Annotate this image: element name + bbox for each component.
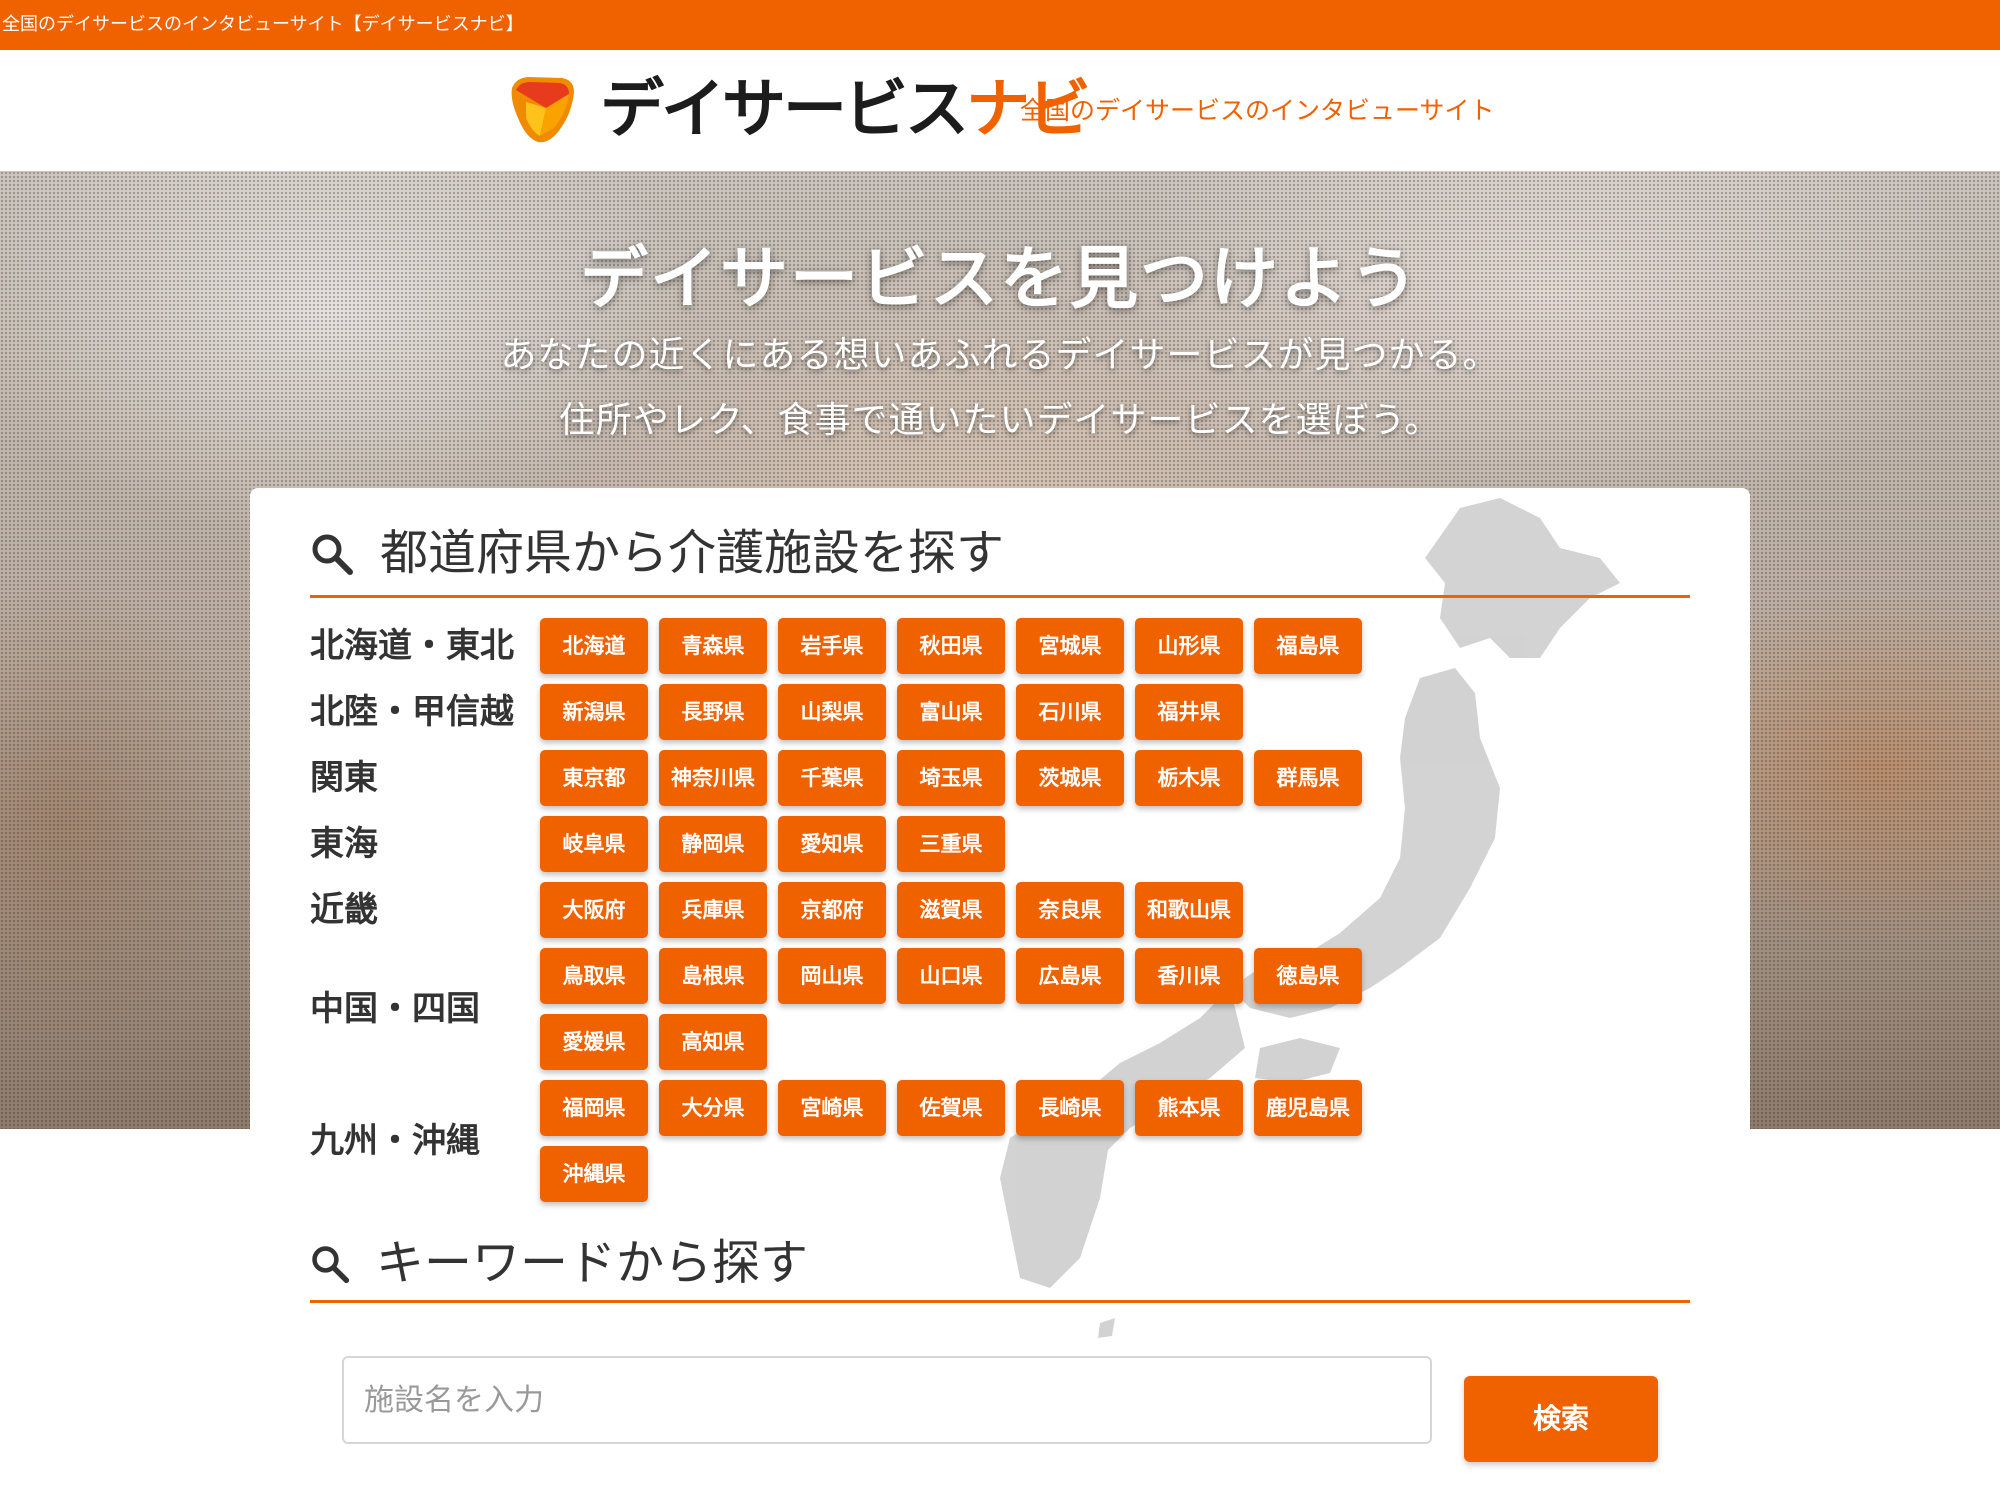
header-tagline: 全国のデイサービスのインタビューサイト [1020, 96, 1495, 125]
prefecture-button[interactable]: 福島県 [1254, 618, 1362, 674]
search-icon [312, 534, 353, 575]
prefecture-button[interactable]: 徳島県 [1254, 948, 1362, 1004]
prefecture-button[interactable]: 宮崎県 [778, 1080, 886, 1136]
prefecture-button[interactable]: 石川県 [1016, 684, 1124, 740]
prefecture-button[interactable]: 秋田県 [897, 618, 1005, 674]
hero-subtitle-line2: 住所やレク、食事で通いたいデイサービスを選ぼう。 [558, 400, 1442, 441]
region-label: 中国・四国 [310, 989, 480, 1029]
prefecture-button[interactable]: 和歌山県 [1135, 882, 1243, 938]
hero-subtitle-line1: あなたの近くにある想いあふれるデイサービスが見つかる。 [500, 335, 1500, 376]
prefecture-button[interactable]: 長野県 [659, 684, 767, 740]
prefecture-button[interactable]: 東京都 [540, 750, 648, 806]
prefecture-button[interactable]: 青森県 [659, 618, 767, 674]
prefecture-button[interactable]: 鹿児島県 [1254, 1080, 1362, 1136]
prefecture-button[interactable]: 長崎県 [1016, 1080, 1124, 1136]
prefecture-button[interactable]: 宮城県 [1016, 618, 1124, 674]
region-label: 北海道・東北 [310, 626, 514, 666]
region-label: 近畿 [310, 890, 378, 930]
prefecture-button[interactable]: 沖縄県 [540, 1146, 648, 1202]
prefecture-button[interactable]: 熊本県 [1135, 1080, 1243, 1136]
prefecture-button[interactable]: 愛媛県 [540, 1014, 648, 1070]
prefecture-button[interactable]: 香川県 [1135, 948, 1243, 1004]
prefecture-button[interactable]: 北海道 [540, 618, 648, 674]
prefecture-button[interactable]: 島根県 [659, 948, 767, 1004]
prefecture-button[interactable]: 埼玉県 [897, 750, 1005, 806]
prefecture-search-title: 都道府県から介護施設を探す [380, 525, 1005, 581]
prefecture-button[interactable]: 奈良県 [1016, 882, 1124, 938]
prefecture-button[interactable]: 京都府 [778, 882, 886, 938]
prefecture-button[interactable]: 群馬県 [1254, 750, 1362, 806]
prefecture-button[interactable]: 大阪府 [540, 882, 648, 938]
prefecture-button[interactable]: 福井県 [1135, 684, 1243, 740]
prefecture-button[interactable]: 兵庫県 [659, 882, 767, 938]
top-banner: 全国のデイサービスのインタビューサイト【デイサービスナビ】 [0, 0, 2000, 50]
logo-icon[interactable] [506, 74, 578, 146]
site-header: デイサービスナビ 全国のデイサービスのインタビューサイト [0, 50, 2000, 171]
prefecture-button[interactable]: 神奈川県 [659, 750, 767, 806]
prefecture-button[interactable]: 山口県 [897, 948, 1005, 1004]
region-label: 東海 [310, 824, 378, 864]
prefecture-button[interactable]: 千葉県 [778, 750, 886, 806]
keyword-search-header: キーワードから探す [310, 1198, 1690, 1303]
logo-wordmark[interactable]: デイサービスナビ [600, 73, 1091, 147]
hero-title: デイサービスを見つけよう [579, 240, 1420, 319]
prefecture-button[interactable]: 鳥取県 [540, 948, 648, 1004]
prefecture-button[interactable]: 滋賀県 [897, 882, 1005, 938]
prefecture-button[interactable]: 高知県 [659, 1014, 767, 1070]
facility-name-search-input[interactable] [342, 1356, 1432, 1444]
prefecture-button[interactable]: 福岡県 [540, 1080, 648, 1136]
prefecture-button[interactable]: 三重県 [897, 816, 1005, 872]
prefecture-button[interactable]: 岩手県 [778, 618, 886, 674]
prefecture-search-header: 都道府県から介護施設を探す [310, 488, 1690, 598]
prefecture-button[interactable]: 茨城県 [1016, 750, 1124, 806]
prefecture-button[interactable]: 静岡県 [659, 816, 767, 872]
top-banner-text: 全国のデイサービスのインタビューサイト【デイサービスナビ】 [2, 14, 524, 35]
prefecture-button[interactable]: 岡山県 [778, 948, 886, 1004]
prefecture-button[interactable]: 佐賀県 [897, 1080, 1005, 1136]
prefecture-button[interactable]: 山形県 [1135, 618, 1243, 674]
prefecture-button[interactable]: 広島県 [1016, 948, 1124, 1004]
region-label: 北陸・甲信越 [310, 692, 514, 732]
region-label: 九州・沖縄 [310, 1121, 480, 1161]
prefecture-button[interactable]: 愛知県 [778, 816, 886, 872]
prefecture-button[interactable]: 大分県 [659, 1080, 767, 1136]
logo-text-main: デイサービス [600, 73, 969, 147]
prefecture-button[interactable]: 栃木県 [1135, 750, 1243, 806]
prefecture-button[interactable]: 新潟県 [540, 684, 648, 740]
prefecture-button[interactable]: 山梨県 [778, 684, 886, 740]
prefecture-button[interactable]: 富山県 [897, 684, 1005, 740]
region-label: 関東 [310, 758, 378, 798]
search-button[interactable]: 検索 [1464, 1376, 1658, 1462]
keyword-search-title: キーワードから探す [376, 1235, 809, 1291]
search-panel: 都道府県から介護施設を探す 北海道・東北 北海道 青森県 岩手県 秋田県 宮城県 山形県 福島… [250, 488, 1750, 1500]
search-icon [312, 1246, 350, 1284]
prefecture-button[interactable]: 岐阜県 [540, 816, 648, 872]
